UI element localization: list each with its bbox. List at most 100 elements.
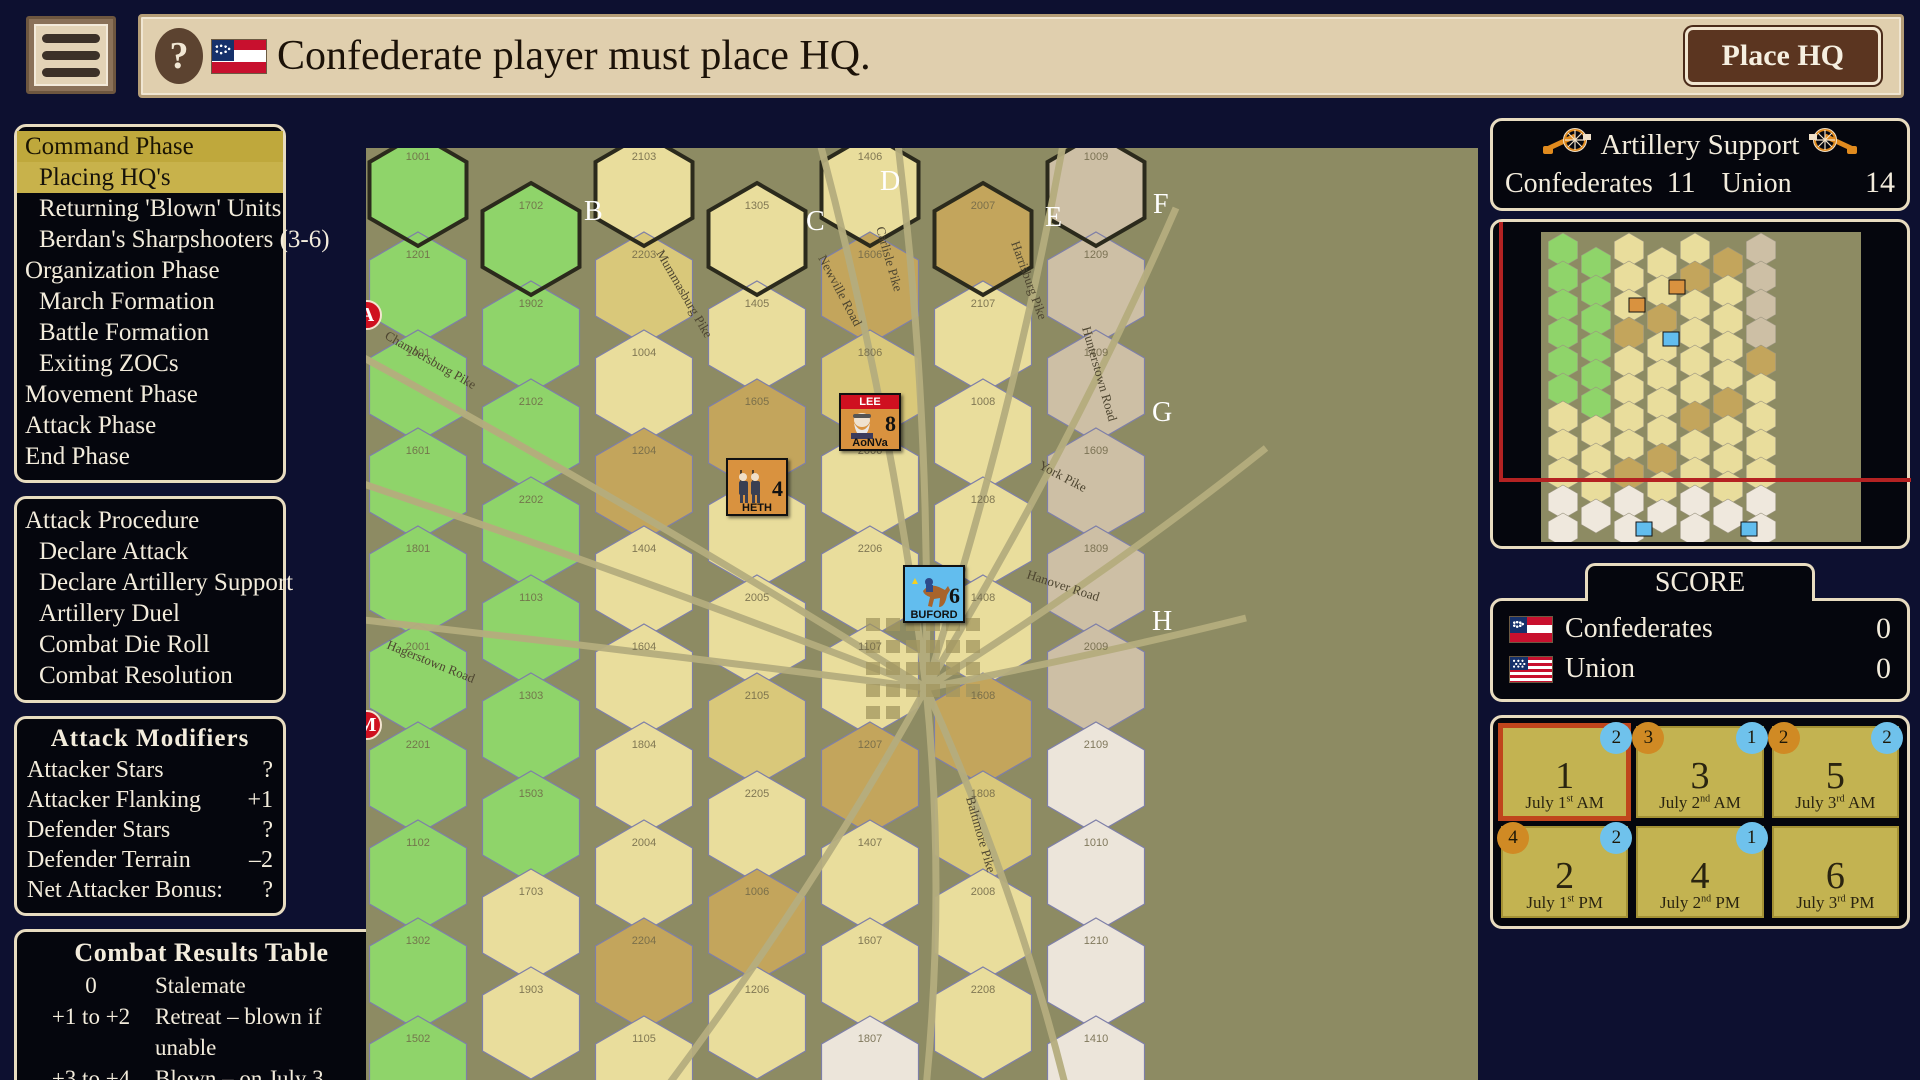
hex-id-label: 1105 [632, 1033, 656, 1045]
counter-strength-value: 4 [772, 476, 783, 501]
phase-item-command-phase[interactable]: Command Phase [17, 131, 283, 162]
hex-id-label: 2102 [519, 396, 543, 408]
town-block [866, 684, 880, 697]
infantry-icon [735, 468, 769, 504]
game-map[interactable]: 1001 1201 1401 1601 1801 2001 2201 1102 1302 1502… [366, 148, 1478, 1080]
turn-number: 1 [1555, 755, 1575, 797]
modifier-row: Net Attacker Bonus:? [27, 875, 273, 905]
artillery-support-panel: Artillery Support Confederates 11 Union … [1490, 118, 1910, 211]
modifier-label: Net Attacker Bonus: [27, 877, 223, 903]
unit-counter-buford[interactable]: BUFORD 6 [903, 565, 965, 623]
hex-id-label: 2206 [858, 543, 882, 555]
modifier-row: Defender Stars? [27, 815, 273, 845]
score-title: SCORE [1585, 563, 1815, 601]
hex-id-label: 1207 [858, 739, 882, 751]
phase-item-end-phase[interactable]: End Phase [17, 441, 283, 472]
turn-card-union-badge: 1 [1735, 822, 1768, 854]
phase-item-battle-formation[interactable]: Battle Formation [17, 317, 283, 348]
hex-id-label: 1103 [519, 592, 543, 604]
phase-item-movement-phase[interactable]: Movement Phase [17, 379, 283, 410]
hamburger-menu-button[interactable] [26, 16, 116, 94]
turn-card-5[interactable]: 2 2 5 July 3rd AM [1767, 722, 1903, 818]
hex-id-label: 1404 [632, 543, 656, 555]
hex-id-label: 1903 [519, 984, 543, 996]
procedure-item-combat-resolution[interactable]: Combat Resolution [17, 660, 283, 691]
score-row: Union 0 [1509, 649, 1891, 689]
town-block [906, 640, 920, 653]
turn-card-1[interactable]: 2 1 July 1st AM [1497, 722, 1633, 821]
procedure-item-artillery-duel[interactable]: Artillery Duel [17, 598, 283, 629]
turn-track-panel: 2 1 July 1st AM 3 1 3 July 2nd AM 2 2 5 July 3rd A… [1490, 715, 1910, 929]
hex-id-label: 1102 [406, 837, 430, 849]
hex-id-label: 1208 [971, 494, 995, 506]
hex-id-label: 2204 [632, 935, 656, 947]
unit-counter-heth[interactable]: HETH 4 [726, 458, 788, 516]
minimap-panel[interactable] [1490, 219, 1911, 549]
town-block [866, 706, 880, 719]
hex-id-label: 1204 [632, 445, 656, 457]
turn-card-confederate-badge: 2 [1767, 722, 1800, 754]
procedure-item-attack-procedure[interactable]: Attack Procedure [17, 505, 283, 536]
modifier-value: ? [262, 877, 273, 903]
score-side-label: Union [1565, 653, 1635, 684]
turn-card-union-badge: 2 [1600, 822, 1633, 854]
turn-card-4[interactable]: 1 4 July 2nd PM [1636, 822, 1768, 918]
hex-id-label: 1609 [1084, 445, 1108, 457]
cannon-icon-left [1541, 126, 1593, 164]
turn-card-3[interactable]: 3 1 3 July 2nd AM [1632, 722, 1768, 818]
hex-id-label: 1209 [1084, 249, 1108, 261]
town-block [906, 684, 920, 697]
minimap-unit-marker [1628, 297, 1646, 313]
hex-id-label: 2008 [971, 886, 995, 898]
status-bar: ? Confederate player must place HQ. Plac… [138, 14, 1904, 98]
artillery-confederates-value: 11 [1666, 166, 1696, 199]
counter-name-label: BUFORD [910, 609, 958, 621]
turn-card-union-badge: 2 [1600, 722, 1633, 754]
confederate-flag-icon [1509, 615, 1553, 643]
menu-bar-1 [42, 33, 100, 43]
attack-modifiers-panel: Attack Modifiers Attacker Stars? Attacker… [14, 716, 286, 916]
help-icon[interactable]: ? [155, 28, 203, 84]
town-block [926, 684, 940, 697]
phase-item-march-formation[interactable]: March Formation [17, 286, 283, 317]
turn-card-confederate-badge: 3 [1632, 722, 1665, 754]
turn-card-2[interactable]: 4 2 2 July 1st PM [1497, 822, 1633, 918]
crt-key: +3 to +4 [51, 1066, 131, 1080]
procedure-item-combat-die-roll[interactable]: Combat Die Roll [17, 629, 283, 660]
hex-id-label: 2004 [632, 837, 656, 849]
unit-counter-lee[interactable]: LEE AoNVa 8 [839, 393, 901, 451]
phase-item-attack-phase[interactable]: Attack Phase [17, 410, 283, 441]
combat-results-table-panel: Combat Results Table 0 Stalemate +1 to +2 R… [14, 929, 389, 1080]
hex-id-label: 1605 [745, 396, 769, 408]
hex-id-label: 1502 [406, 1033, 430, 1045]
phase-item-returning-blown-units[interactable]: Returning 'Blown' Units [17, 193, 283, 224]
artillery-confederates-label: Confederates [1505, 168, 1653, 199]
hex-id-label: 1702 [519, 200, 543, 212]
phase-item-organization-phase[interactable]: Organization Phase [17, 255, 283, 286]
turn-number: 2 [1555, 855, 1575, 897]
counter-name-label: HETH [742, 502, 772, 514]
hex-id-label: 1206 [745, 984, 769, 996]
hex-id-label: 2005 [745, 592, 769, 604]
counter-strength-value: 8 [885, 411, 896, 436]
turn-card-6[interactable]: 6 July 3rd PM [1771, 826, 1899, 918]
modifier-row: Attacker Flanking +1 [27, 785, 273, 815]
hex-id-label: 1001 [406, 151, 430, 163]
town-block [906, 662, 920, 675]
phase-item-berdan-s-sharpshooters-3-6[interactable]: Berdan's Sharpshooters (3-6) [17, 224, 330, 255]
hex-id-label: 1305 [745, 200, 769, 212]
hex-id-label: 1008 [971, 396, 995, 408]
hex-id-label: 1406 [858, 151, 882, 163]
map-edge-letter-E: E [1045, 202, 1062, 233]
place-hq-button[interactable]: Place HQ [1684, 27, 1881, 85]
hex-id-label: 1107 [858, 641, 882, 653]
turn-date-label: July 1st AM [1525, 793, 1604, 812]
procedure-item-declare-artillery-support[interactable]: Declare Artillery Support [17, 567, 293, 598]
turn-number: 5 [1825, 755, 1845, 797]
minimap-image[interactable] [1541, 232, 1861, 542]
crt-result: Retreat – blown if unable [155, 1004, 322, 1060]
procedure-item-declare-attack[interactable]: Declare Attack [17, 536, 283, 567]
phase-item-exiting-zocs[interactable]: Exiting ZOCs [17, 348, 283, 379]
menu-bar-3 [42, 67, 100, 77]
phase-item-placing-hq-s[interactable]: Placing HQ's [17, 162, 283, 193]
